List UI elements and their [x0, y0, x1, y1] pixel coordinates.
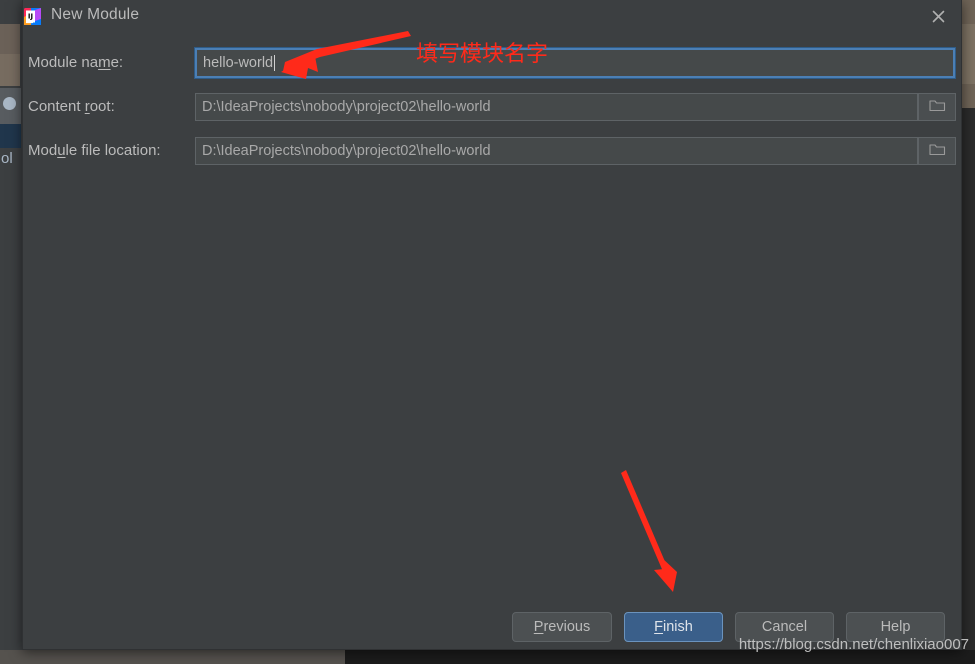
folder-icon	[928, 142, 946, 161]
ide-background-circle-icon	[3, 97, 16, 110]
svg-text:IJ: IJ	[28, 13, 33, 21]
module-file-location-browse-button[interactable]	[918, 137, 956, 165]
folder-icon	[928, 98, 946, 117]
module-file-location-label: Module file location:	[28, 142, 161, 159]
close-icon[interactable]	[915, 0, 961, 33]
module-file-location-input[interactable]: D:\IdeaProjects\nobody\project02\hello-w…	[195, 137, 918, 165]
dialog-title: New Module	[51, 6, 140, 23]
module-name-input[interactable]: hello-world	[194, 47, 956, 79]
finish-button[interactable]: Finish	[624, 612, 723, 642]
ide-background-panel-a	[0, 24, 20, 54]
ide-background-text-fragment: ol	[1, 150, 13, 167]
new-module-dialog: IJ New Module Module name: hello-world C…	[22, 0, 962, 650]
previous-button[interactable]: Previous	[512, 612, 612, 642]
intellij-idea-logo-icon: IJ	[23, 7, 42, 26]
taskbar-left-segment	[0, 650, 345, 664]
module-name-label: Module name:	[28, 54, 124, 71]
form-row-content-root: Content root: D:\IdeaProjects\nobody\pro…	[28, 93, 958, 121]
form-row-module-file-location: Module file location: D:\IdeaProjects\no…	[28, 137, 958, 165]
watermark-url: https://blog.csdn.net/chenlixiao007	[738, 636, 969, 653]
text-caret	[274, 55, 276, 71]
ide-background-panel-b	[0, 54, 20, 86]
ide-background-selected-row	[0, 124, 21, 148]
content-root-browse-button[interactable]	[918, 93, 956, 121]
module-name-value: hello-world	[203, 55, 274, 71]
content-root-value: D:\IdeaProjects\nobody\project02\hello-w…	[202, 99, 491, 115]
content-root-label: Content root:	[28, 98, 115, 115]
content-root-input[interactable]: D:\IdeaProjects\nobody\project02\hello-w…	[195, 93, 918, 121]
dialog-titlebar: IJ New Module	[23, 0, 961, 33]
annotation-label-module-name: 填写模块名字	[416, 42, 549, 67]
module-file-location-value: D:\IdeaProjects\nobody\project02\hello-w…	[202, 143, 491, 159]
